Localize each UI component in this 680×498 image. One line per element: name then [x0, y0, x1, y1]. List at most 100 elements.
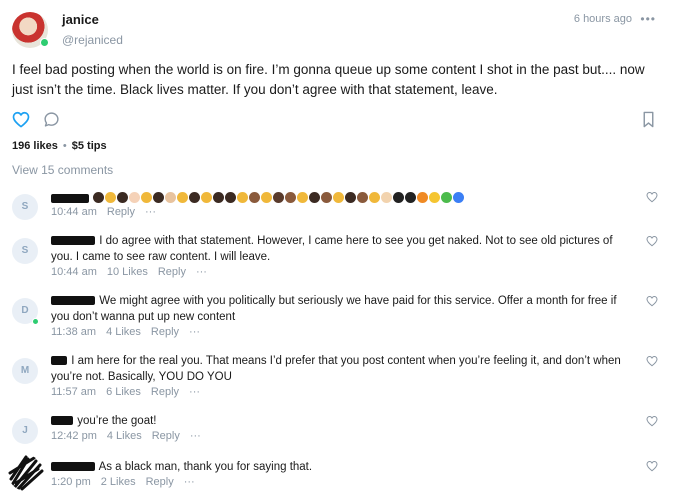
- comment-text: We might agree with you politically but …: [51, 293, 631, 325]
- heart-outline-icon[interactable]: [646, 295, 658, 307]
- heart-outline-icon[interactable]: [646, 235, 658, 247]
- comment-likes[interactable]: 4 Likes: [106, 326, 141, 338]
- avatar-initial: D: [21, 305, 29, 316]
- reply-button[interactable]: Reply: [107, 206, 135, 218]
- emoji-icon: [309, 192, 321, 204]
- redacted-username: [51, 296, 95, 306]
- emoji-icon: [393, 192, 405, 204]
- comment-meta: 10:44 am 10 Likes Reply ···: [51, 266, 217, 278]
- comment-content: As a black man, thank you for saying tha…: [98, 461, 313, 473]
- emoji-icon: [153, 192, 165, 204]
- redacted-username: [51, 462, 95, 472]
- online-status-dot: [32, 318, 39, 325]
- bookmark-icon[interactable]: [641, 111, 656, 128]
- emoji-icon: [129, 192, 141, 204]
- comment-meta: 1:20 pm 2 Likes Reply ···: [51, 476, 205, 488]
- reply-button[interactable]: Reply: [151, 386, 179, 398]
- redacted-username: [51, 356, 67, 366]
- comment-meta: 11:57 am 6 Likes Reply ···: [51, 386, 210, 398]
- heart-outline-icon[interactable]: [646, 355, 658, 367]
- redacted-username: [51, 416, 73, 426]
- post-timestamp: 6 hours ago: [573, 13, 632, 25]
- emoji-icon: [93, 192, 105, 204]
- comment-more-icon[interactable]: ···: [196, 266, 207, 278]
- reply-button[interactable]: Reply: [146, 476, 174, 488]
- speech-bubble-icon[interactable]: [43, 111, 60, 128]
- reply-button[interactable]: Reply: [152, 430, 180, 442]
- emoji-icon: [345, 192, 357, 204]
- author-name[interactable]: janice: [62, 12, 99, 27]
- comment-likes[interactable]: 2 Likes: [101, 476, 136, 488]
- comment-content: you’re the goat!: [77, 415, 157, 427]
- emoji-icon: [105, 192, 117, 204]
- redacted-username: [51, 236, 95, 246]
- emoji-icon: [273, 192, 285, 204]
- likes-count[interactable]: 196 likes: [12, 140, 58, 152]
- post-stats: 196 likes • $5 tips: [12, 140, 107, 152]
- comment-content: We might agree with you politically but …: [51, 295, 617, 323]
- comment-time: 10:44 am: [51, 206, 97, 218]
- redacted-avatar[interactable]: [8, 455, 44, 491]
- emoji-icon: [285, 192, 297, 204]
- emoji-icon: [117, 192, 129, 204]
- comment-time: 11:57 am: [51, 386, 97, 398]
- emoji-icon: [177, 192, 189, 204]
- comment-more-icon[interactable]: ···: [189, 386, 200, 398]
- emoji-icon: [213, 192, 225, 204]
- reply-button[interactable]: Reply: [158, 266, 186, 278]
- comment-text: As a black man, thank you for saying tha…: [51, 459, 631, 475]
- emoji-icon: [453, 192, 465, 204]
- commenter-avatar[interactable]: S: [12, 194, 38, 220]
- heart-outline-icon[interactable]: [646, 460, 658, 472]
- comment-time: 11:38 am: [51, 326, 97, 338]
- online-status-dot: [40, 38, 49, 47]
- post-header: janice @rejaniced 6 hours ago •••: [12, 12, 668, 52]
- commenter-avatar[interactable]: M: [12, 358, 38, 384]
- heart-outline-icon[interactable]: [646, 415, 658, 427]
- emoji-icon: [405, 192, 417, 204]
- emoji-icon: [429, 192, 441, 204]
- comment-text: I am here for the real you. That means I…: [51, 353, 631, 385]
- commenter-avatar[interactable]: J: [12, 418, 38, 444]
- comment-meta: 12:42 pm 4 Likes Reply ···: [51, 430, 211, 442]
- author-handle[interactable]: @rejaniced: [62, 33, 123, 47]
- emoji-icon: [201, 192, 213, 204]
- emoji-icon: [321, 192, 333, 204]
- comment-time: 1:20 pm: [51, 476, 91, 488]
- post-text: I feel bad posting when the world is on …: [12, 62, 645, 97]
- emoji-icon: [237, 192, 249, 204]
- comment-likes[interactable]: 10 Likes: [107, 266, 148, 278]
- comment-time: 10:44 am: [51, 266, 97, 278]
- emoji-icon: [417, 192, 429, 204]
- comment-more-icon[interactable]: ···: [189, 326, 200, 338]
- author-avatar[interactable]: [12, 12, 49, 48]
- reply-button[interactable]: Reply: [151, 326, 179, 338]
- emoji-icon: [225, 192, 237, 204]
- comment-meta: 10:44 am Reply ···: [51, 206, 166, 218]
- ellipsis-icon[interactable]: •••: [640, 12, 656, 26]
- comment-more-icon[interactable]: ···: [145, 206, 156, 218]
- separator-dot: •: [62, 140, 67, 152]
- comment-likes[interactable]: 6 Likes: [106, 386, 141, 398]
- emoji-icon: [297, 192, 309, 204]
- emoji-sequence: [93, 190, 465, 206]
- comment-text: you’re the goat!: [51, 413, 631, 429]
- comment-content: I do agree with that statement. However,…: [51, 235, 613, 263]
- comment-time: 12:42 pm: [51, 430, 97, 442]
- view-comments-link[interactable]: View 15 comments: [12, 163, 113, 177]
- heart-outline-icon[interactable]: [646, 191, 658, 203]
- commenter-avatar[interactable]: S: [12, 238, 38, 264]
- comment-likes[interactable]: 4 Likes: [107, 430, 142, 442]
- emoji-icon: [441, 192, 453, 204]
- emoji-icon: [333, 192, 345, 204]
- tips-count[interactable]: $5 tips: [72, 140, 107, 152]
- emoji-icon: [189, 192, 201, 204]
- emoji-icon: [357, 192, 369, 204]
- emoji-icon: [381, 192, 393, 204]
- comment-more-icon[interactable]: ···: [190, 430, 201, 442]
- comment-content: I am here for the real you. That means I…: [51, 355, 621, 383]
- heart-outline-icon[interactable]: [12, 111, 30, 128]
- comment-more-icon[interactable]: ···: [184, 476, 195, 488]
- comment-meta: 11:38 am 4 Likes Reply ···: [51, 326, 210, 338]
- commenter-avatar[interactable]: D: [12, 298, 39, 325]
